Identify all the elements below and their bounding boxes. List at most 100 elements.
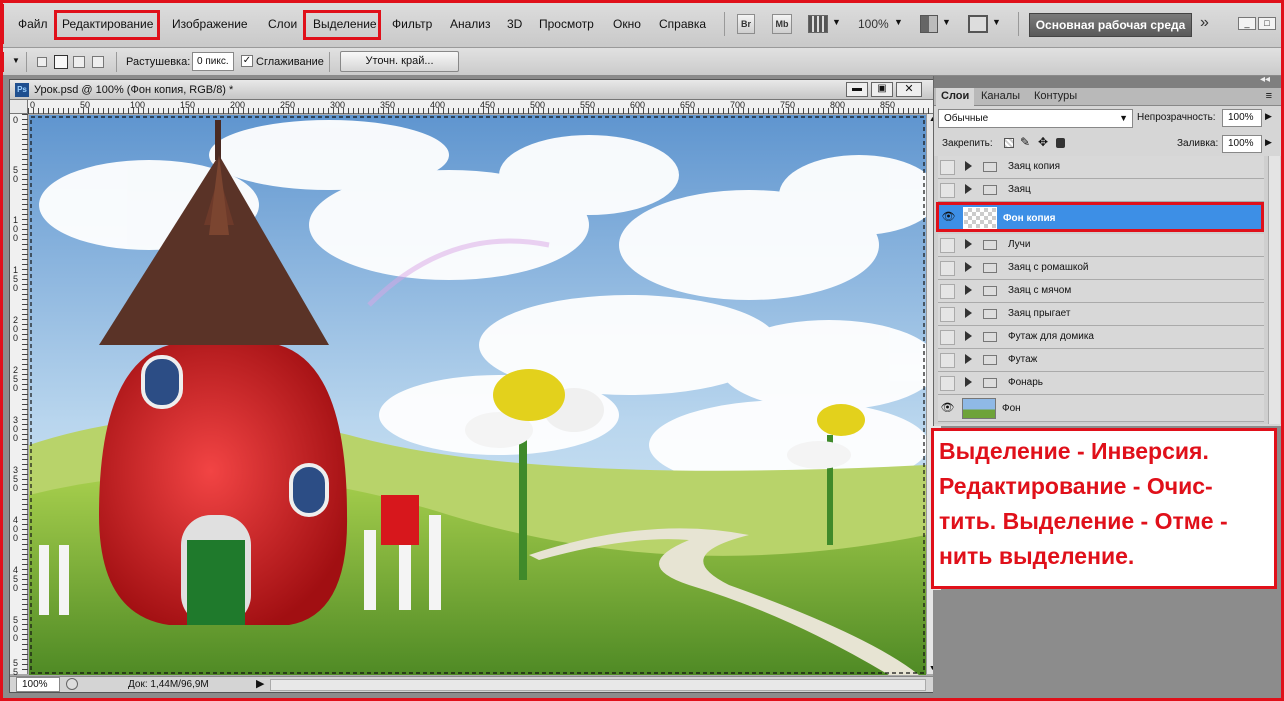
status-bar: 100% Док: 1,44M/96,9M ▶	[10, 676, 940, 692]
refine-edge-button[interactable]: Уточн. край...	[340, 51, 459, 72]
ruler-origin[interactable]	[10, 100, 28, 114]
tool-preset-chevron-icon[interactable]: ▼	[12, 56, 20, 65]
minimize-button[interactable]: _	[1238, 17, 1256, 30]
more-workspaces-icon[interactable]: »	[1200, 14, 1209, 32]
menu-help[interactable]: Справка	[659, 17, 706, 31]
tab-layers[interactable]: Слои	[936, 88, 975, 106]
divider	[329, 52, 330, 72]
menu-window[interactable]: Окно	[613, 17, 641, 31]
layer-row[interactable]: Заяц прыгает	[938, 303, 1264, 326]
chevron-down-icon[interactable]: ▼	[942, 17, 951, 27]
folder-icon	[983, 185, 997, 195]
status-menu-icon[interactable]: ▶	[256, 677, 264, 690]
visibility-toggle[interactable]	[940, 353, 955, 368]
tab-paths[interactable]: Контуры	[1029, 88, 1082, 106]
expand-group-icon[interactable]	[965, 161, 972, 171]
bridge-button[interactable]: Br	[737, 14, 755, 34]
opacity-label: Непрозрачность:	[1137, 112, 1216, 123]
menu-file[interactable]: Файл	[18, 17, 48, 31]
expand-group-icon[interactable]	[965, 377, 972, 387]
menu-analysis[interactable]: Анализ	[450, 17, 491, 31]
lock-image-icon[interactable]: ✎	[1020, 135, 1030, 149]
horizontal-scrollbar[interactable]	[270, 679, 926, 691]
collapse-panel-icon[interactable]: ◂◂	[1260, 74, 1270, 85]
document-canvas[interactable]	[29, 115, 926, 675]
lock-transparent-icon[interactable]	[1004, 138, 1014, 148]
layer-row[interactable]: Лучи	[938, 234, 1264, 257]
visibility-toggle[interactable]	[940, 238, 955, 253]
tab-channels[interactable]: Каналы	[976, 88, 1025, 106]
layer-row[interactable]: Заяц	[938, 179, 1264, 202]
layer-row[interactable]: Фонарь	[938, 372, 1264, 395]
menu-view[interactable]: Просмотр	[539, 17, 594, 31]
chevron-down-icon[interactable]: ▼	[894, 17, 903, 27]
fill-slider-arrow-icon[interactable]: ▶	[1265, 137, 1272, 148]
visibility-toggle[interactable]	[940, 376, 955, 391]
blend-mode-value: Обычные	[944, 113, 989, 124]
subtract-selection-icon[interactable]	[73, 56, 85, 68]
status-zoom-icon[interactable]	[66, 678, 78, 690]
chevron-down-icon[interactable]: ▼	[832, 17, 841, 27]
folder-icon	[983, 286, 997, 296]
folder-icon	[983, 378, 997, 388]
expand-group-icon[interactable]	[965, 262, 972, 272]
ruler-tick-label: 350	[380, 100, 396, 110]
mailbox	[381, 495, 419, 545]
zoom-level[interactable]: 100%	[858, 17, 889, 31]
mini-bridge-button[interactable]: Mb	[772, 14, 792, 34]
eye-icon[interactable]: 👁	[941, 210, 956, 225]
opacity-input[interactable]: 100%	[1222, 109, 1262, 127]
chevron-down-icon: ▼	[1119, 113, 1128, 123]
layer-row[interactable]: Заяц копия	[938, 156, 1264, 179]
blend-mode-select[interactable]: Обычные ▼	[938, 109, 1133, 128]
layer-row-selected[interactable]: 👁 Фон копия	[936, 202, 1264, 232]
screen-mode-icon[interactable]	[968, 15, 988, 33]
lock-position-icon[interactable]: ✥	[1038, 135, 1048, 149]
doc-minimize-button[interactable]: ▬	[846, 82, 868, 97]
extras-icon[interactable]	[808, 15, 828, 33]
zoom-field[interactable]: 100%	[16, 677, 60, 692]
new-selection-icon[interactable]	[37, 57, 47, 67]
opacity-slider-arrow-icon[interactable]: ▶	[1265, 111, 1272, 122]
lock-all-icon[interactable]	[1056, 138, 1065, 148]
maximize-button[interactable]: □	[1258, 17, 1276, 30]
fill-input[interactable]: 100%	[1222, 135, 1262, 153]
visibility-toggle[interactable]	[940, 261, 955, 276]
layer-row[interactable]: Заяц с ромашкой	[938, 257, 1264, 280]
chevron-down-icon[interactable]: ▼	[992, 17, 1001, 27]
antialias-checkbox[interactable]: ✓	[241, 55, 253, 67]
visibility-toggle[interactable]	[940, 183, 955, 198]
ruler-tick-label: 200	[13, 315, 19, 343]
workspace-button[interactable]: Основная рабочая среда	[1029, 13, 1192, 37]
expand-group-icon[interactable]	[965, 354, 972, 364]
expand-group-icon[interactable]	[965, 184, 972, 194]
expand-group-icon[interactable]	[965, 308, 972, 318]
layer-row[interactable]: Заяц с мячом	[938, 280, 1264, 303]
visibility-toggle[interactable]	[940, 307, 955, 322]
doc-restore-button[interactable]: ▣	[871, 82, 893, 97]
doc-close-button[interactable]: ✕	[896, 82, 922, 97]
visibility-toggle[interactable]	[940, 160, 955, 175]
panel-menu-icon[interactable]: ≡	[1266, 90, 1272, 102]
menu-filter[interactable]: Фильтр	[392, 17, 432, 31]
menu-layers[interactable]: Слои	[268, 17, 297, 31]
layer-row[interactable]: Футаж	[938, 349, 1264, 372]
expand-group-icon[interactable]	[965, 239, 972, 249]
add-selection-icon[interactable]	[54, 55, 68, 69]
menu-3d[interactable]: 3D	[507, 17, 522, 31]
visibility-toggle[interactable]	[940, 330, 955, 345]
ruler-tick-label: 0	[13, 115, 19, 125]
expand-group-icon[interactable]	[965, 285, 972, 295]
layer-row[interactable]: Футаж для домика	[938, 326, 1264, 349]
intersect-selection-icon[interactable]	[92, 56, 104, 68]
ruler-tick-label: 700	[730, 100, 746, 110]
layers-scrollbar[interactable]	[1268, 156, 1280, 424]
layer-row[interactable]: 👁 Фон	[938, 395, 1264, 422]
arrange-documents-icon[interactable]	[920, 15, 938, 33]
layer-name: Фонарь	[1008, 377, 1044, 388]
expand-group-icon[interactable]	[965, 331, 972, 341]
feather-input[interactable]: 0 пикс.	[192, 52, 234, 71]
menu-image[interactable]: Изображение	[172, 17, 248, 31]
visibility-toggle[interactable]	[940, 284, 955, 299]
eye-icon[interactable]: 👁	[940, 401, 955, 416]
